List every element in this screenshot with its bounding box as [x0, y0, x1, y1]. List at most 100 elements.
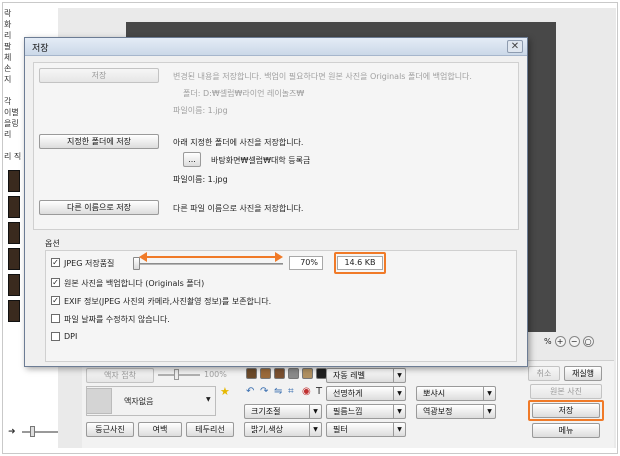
- redeye-icon[interactable]: ◉: [302, 386, 311, 397]
- left-slider-arrow-icon[interactable]: ➜: [8, 427, 16, 437]
- zoom-controls: % + − ○: [544, 336, 594, 347]
- jpeg-quality-value: 70%: [289, 256, 323, 270]
- left-slider-thumb[interactable]: [30, 426, 35, 437]
- save-to-folder-description: 아래 지정한 폴더에 사진을 저장합니다.: [173, 138, 304, 147]
- left-strip-text: 손: [4, 64, 12, 73]
- text-icon[interactable]: T: [316, 386, 322, 397]
- current-folder: 폴더: D:₩셀럽₩라이언 레이놀즈₩: [183, 89, 305, 98]
- chevron-down-icon[interactable]: ▼: [309, 405, 321, 418]
- save-description: 변경된 내용을 저장합니다. 백업이 필요하다면 원본 사진을 Original…: [173, 72, 472, 81]
- search-icon[interactable]: ○: [582, 336, 594, 347]
- left-strip-text: 팔: [4, 42, 12, 51]
- keep-exif-checkbox[interactable]: ✓: [51, 296, 60, 305]
- star-icon[interactable]: ★: [220, 385, 230, 398]
- dpi-label: DPI: [64, 332, 78, 341]
- jpeg-quality-checkbox[interactable]: ✓: [51, 258, 60, 267]
- resize-dropdown[interactable]: 크기조절 ▼: [244, 404, 322, 419]
- frame-attach-button[interactable]: 액자 접착: [86, 368, 154, 383]
- auto-level-label: 자동 레벨: [333, 371, 365, 380]
- left-text-strip: 락화리팔체손지 각 이별 을링 리 리 직: [4, 8, 26, 162]
- thumbnail[interactable]: [8, 222, 20, 244]
- blur-label: 뽀샤시: [423, 389, 446, 398]
- rounded-photo-button[interactable]: 둥근사진: [86, 422, 134, 437]
- backup-original-label: 원본 사진을 백업합니다 (Originals 폴더): [64, 279, 205, 288]
- keep-date-checkbox[interactable]: [51, 314, 60, 323]
- zoom-percent-label: %: [544, 337, 552, 346]
- sharpen-dropdown[interactable]: 선명하게 ▼: [326, 386, 406, 401]
- save-to-folder-button[interactable]: 지정한 폴더에 저장: [39, 134, 159, 149]
- frame-slider-thumb[interactable]: [174, 369, 179, 380]
- contrast-swatch-icon[interactable]: [260, 368, 271, 379]
- save-as-description: 다른 파일 이름으로 사진을 저장합니다.: [173, 204, 304, 213]
- thumbnail[interactable]: [8, 300, 20, 322]
- dialog-title-bar[interactable]: 저장 ✕: [25, 38, 527, 56]
- brightness-swatch-icon[interactable]: [246, 368, 257, 379]
- zoom-in-icon[interactable]: +: [554, 336, 566, 347]
- brightness-color-dropdown[interactable]: 밝기,색상 ▼: [244, 422, 322, 437]
- chevron-down-icon[interactable]: ▼: [483, 405, 495, 418]
- thumbnail[interactable]: [8, 170, 20, 192]
- rotate-left-icon[interactable]: ↶: [246, 386, 254, 397]
- flip-icon[interactable]: ⇋: [274, 386, 282, 397]
- left-slider[interactable]: [22, 431, 62, 433]
- left-strip-text: 각: [4, 97, 12, 106]
- film-feel-label: 필름느낌: [333, 407, 363, 416]
- close-icon[interactable]: ✕: [507, 40, 523, 53]
- margin-button[interactable]: 여백: [138, 422, 182, 437]
- menu-button[interactable]: 메뉴: [532, 423, 600, 438]
- left-strip-text: 지: [4, 75, 12, 84]
- original-photo-button[interactable]: 원본 사진: [530, 384, 602, 399]
- left-strip-text: 리: [4, 130, 12, 139]
- thumbnail[interactable]: [8, 248, 20, 270]
- filter-dropdown[interactable]: 필터 ▼: [326, 422, 406, 437]
- backlight-label: 역광보정: [423, 407, 453, 416]
- frame-slider[interactable]: [158, 374, 200, 376]
- border-line-button[interactable]: 테두리선: [186, 422, 234, 437]
- save-as-button[interactable]: 다른 이름으로 저장: [39, 200, 159, 215]
- tint-swatch-icon[interactable]: [274, 368, 285, 379]
- keep-exif-label: EXIF 정보(JPEG 사진의 카메라,사진촬영 정보)를 보존합니다.: [64, 297, 272, 306]
- chevron-down-icon[interactable]: ▼: [393, 369, 405, 382]
- backlight-dropdown[interactable]: 역광보정 ▼: [416, 404, 496, 419]
- dialog-title: 저장: [32, 44, 49, 54]
- redo-button[interactable]: 재실행: [564, 366, 602, 381]
- left-strip-text: 리: [4, 31, 12, 40]
- film-feel-dropdown[interactable]: 필름느낌 ▼: [326, 404, 406, 419]
- chevron-down-icon[interactable]: ▼: [309, 423, 321, 436]
- frame-percent: 100%: [204, 370, 227, 379]
- file-size-highlight: [334, 252, 386, 274]
- zoom-out-icon[interactable]: −: [568, 336, 580, 347]
- rotate-right-icon[interactable]: ↷: [260, 386, 268, 397]
- crop-icon[interactable]: ⌗: [288, 386, 294, 397]
- current-filename: 파일이름: 1.jpg: [173, 106, 228, 115]
- auto-level-dropdown[interactable]: 자동 레벨 ▼: [326, 368, 406, 383]
- backup-original-checkbox[interactable]: ✓: [51, 278, 60, 287]
- save-button-dialog[interactable]: 저장: [39, 68, 159, 83]
- chevron-down-icon[interactable]: ▼: [393, 405, 405, 418]
- drag-hint-arrow: [145, 256, 277, 258]
- dpi-checkbox[interactable]: [51, 332, 60, 341]
- left-strip-text: 화: [4, 20, 12, 29]
- save-dialog: 저장 ✕ 저장 변경된 내용을 저장합니다. 백업이 필요하다면 원본 사진을 …: [24, 37, 528, 367]
- frame-select-value: 액자없음: [124, 397, 154, 406]
- chevron-down-icon[interactable]: ▼: [483, 387, 495, 400]
- left-strip-text: 락: [4, 9, 12, 18]
- browse-folder-button[interactable]: ...: [183, 152, 201, 167]
- chevron-down-icon[interactable]: ▼: [393, 423, 405, 436]
- blur-dropdown[interactable]: 뽀샤시 ▼: [416, 386, 496, 401]
- cancel-button[interactable]: 취소: [528, 366, 560, 381]
- chevron-down-icon[interactable]: ▼: [206, 396, 211, 403]
- sharpen-label: 선명하게: [333, 389, 363, 398]
- thumbnail[interactable]: [8, 196, 20, 218]
- jpeg-quality-slider[interactable]: [133, 263, 283, 265]
- sepia-swatch-icon[interactable]: [302, 368, 313, 379]
- jpeg-quality-label: JPEG 저장품질: [64, 259, 115, 268]
- target-folder-path: 바탕화면₩셀럽₩대학 등록금: [211, 156, 311, 165]
- left-strip-text: 리 직: [4, 152, 22, 161]
- thumbnail[interactable]: [8, 274, 20, 296]
- chevron-down-icon[interactable]: ▼: [393, 387, 405, 400]
- target-filename: 파일이름: 1.jpg: [173, 175, 228, 184]
- brightness-color-label: 밝기,색상: [251, 425, 283, 434]
- arrow-right-icon: [275, 252, 283, 262]
- grayscale-swatch-icon[interactable]: [288, 368, 299, 379]
